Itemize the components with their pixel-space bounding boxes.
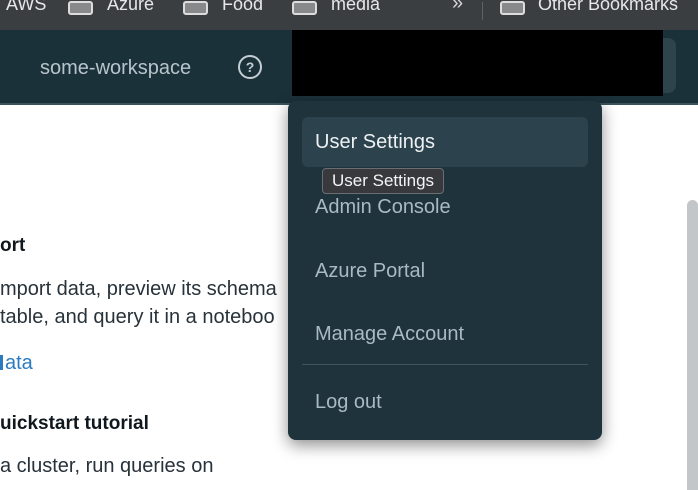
menu-item-manage-account[interactable]: Manage Account bbox=[302, 309, 588, 359]
bookmark-item-food[interactable]: Food bbox=[222, 0, 263, 13]
scrollbar-thumb[interactable] bbox=[687, 200, 698, 490]
tooltip: User Settings bbox=[322, 168, 444, 194]
bookmark-folder-icon bbox=[500, 1, 525, 15]
menu-item-label: Azure Portal bbox=[315, 260, 425, 283]
menu-item-log-out[interactable]: Log out bbox=[302, 377, 588, 427]
app-header: some-workspace ? bbox=[0, 30, 698, 105]
bookmarks-overflow-chevron-icon[interactable]: » bbox=[452, 0, 463, 13]
page-link-fragment[interactable]: ata bbox=[0, 351, 33, 375]
menu-item-user-settings[interactable]: User Settings bbox=[302, 117, 588, 167]
bookmark-item-media[interactable]: media bbox=[331, 0, 380, 13]
page-paragraph-fragment: mport data, preview its schema bbox=[0, 277, 277, 301]
bookmark-item-aws[interactable]: AWS bbox=[6, 0, 46, 13]
page-link-text[interactable]: ata bbox=[5, 352, 33, 374]
bookmarks-divider bbox=[482, 2, 483, 20]
menu-item-label: Log out bbox=[315, 391, 382, 414]
menu-divider bbox=[302, 364, 588, 365]
account-menu: User Settings User Settings Admin Consol… bbox=[288, 101, 602, 440]
other-bookmarks-button[interactable]: Other Bookmarks bbox=[538, 0, 678, 13]
bookmark-item-azure[interactable]: Azure bbox=[107, 0, 154, 13]
scrollbar-track[interactable] bbox=[687, 103, 698, 480]
bookmark-folder-icon bbox=[68, 1, 93, 15]
menu-item-azure-portal[interactable]: Azure Portal bbox=[302, 246, 588, 296]
menu-item-label: Manage Account bbox=[315, 323, 464, 346]
bookmark-folder-icon bbox=[183, 1, 208, 15]
redaction-overlay bbox=[292, 29, 663, 96]
menu-item-label: Admin Console bbox=[315, 196, 451, 219]
page-paragraph-fragment: a cluster, run queries on bbox=[0, 454, 213, 478]
page-paragraph-fragment: table, and query it in a noteboo bbox=[0, 305, 275, 329]
menu-item-label: User Settings bbox=[315, 131, 435, 154]
workspace-name[interactable]: some-workspace bbox=[40, 57, 191, 79]
bookmark-folder-icon bbox=[292, 1, 317, 15]
page-heading-fragment: ort bbox=[0, 234, 25, 258]
help-icon[interactable]: ? bbox=[238, 55, 262, 79]
bookmarks-bar: AWS Azure Food media » Other Bookmarks bbox=[0, 0, 698, 30]
clipped-letter-stroke bbox=[0, 355, 3, 370]
page-heading-fragment: uickstart tutorial bbox=[0, 412, 149, 436]
